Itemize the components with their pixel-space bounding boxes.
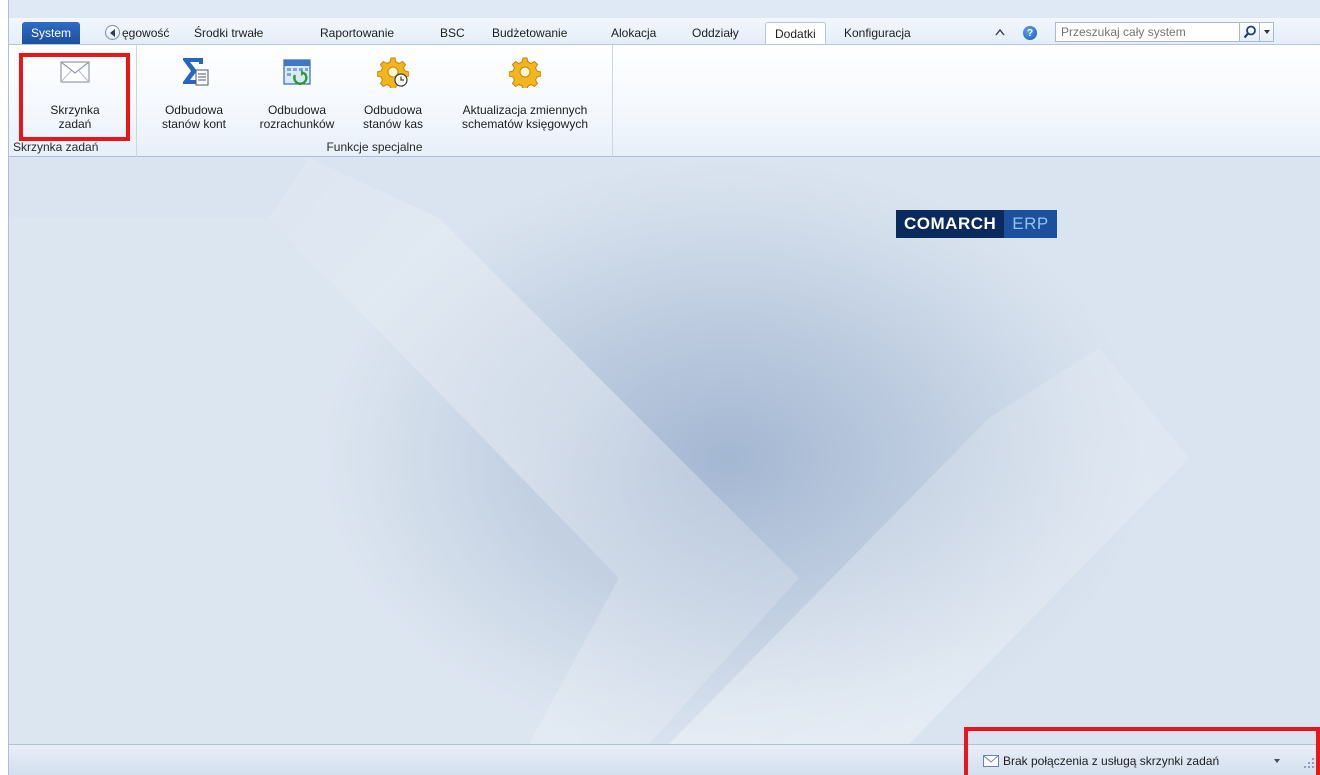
workspace-background: COMARCH ERP [9,158,1320,744]
magnifier-icon [1243,25,1256,39]
odbudowa-rozrachunkow-button[interactable]: Odbudowa rozrachunków [249,45,345,131]
group-label-funkcje-specjalne: Funkcje specjalne [326,140,423,154]
highlight-box-status [964,727,1320,775]
search-options-dropdown[interactable] [1260,22,1274,42]
tab-konfiguracja[interactable]: Konfiguracja [844,22,911,44]
tab-raportowanie[interactable]: Raportowanie [320,22,394,44]
circle-left-arrow-icon[interactable] [105,25,120,40]
group-label-skrzynka-zadan: Skrzynka zadań [13,140,99,154]
odbudowa-stanow-kont-label-1: Odbudowa [164,103,224,117]
help-icon[interactable]: ? [1023,26,1037,40]
comarch-erp-logo: COMARCH ERP [896,210,1057,238]
odbudowa-stanow-kont-label-2: stanów kont [161,117,227,131]
tab-oddzialy[interactable]: Oddziały [692,22,739,44]
odbudowa-stanow-kont-button[interactable]: Odbudowa stanów kont [151,45,237,131]
logo-erp: ERP [1004,210,1057,238]
tab-bsc[interactable]: BSC [440,22,465,44]
odbudowa-rozrachunkow-label-1: Odbudowa [267,103,327,117]
tab-dodatki[interactable]: Dodatki [765,22,826,44]
aktualizacja-zmiennych-label-2: schematów księgowych [461,117,589,131]
tab-budzetowanie[interactable]: Budżetowanie [492,22,567,44]
sigma-document-icon [183,58,209,86]
odbudowa-stanow-kas-button[interactable]: Odbudowa stanów kas [349,45,437,131]
calendar-refresh-icon [283,59,311,85]
aktualizacja-zmiennych-button[interactable]: Aktualizacja zmiennych schematów księgow… [441,45,609,131]
aktualizacja-zmiennych-label-1: Aktualizacja zmiennych [462,103,588,117]
caret-up-icon[interactable] [994,27,1006,37]
chevron-down-icon [1263,30,1270,34]
highlight-box-mailbox-button [19,53,130,141]
application-window: System ęgowość Środki trwałe Raportowani… [8,0,1320,775]
search-button[interactable] [1240,22,1260,42]
tab-alokacja[interactable]: Alokacja [611,22,656,44]
gear-icon [509,57,541,88]
tab-ksiegowosc[interactable]: ęgowość [122,22,169,44]
group-funkcje-specjalne: Odbudowa stanów kont Odbudowa rozrachunk… [137,45,613,157]
odbudowa-rozrachunkow-label-2: rozrachunków [259,117,335,131]
ribbon-panel: Skrzynka zadań Skrzynka zadań Odbudowa s… [9,44,1320,157]
chevron-watermark-icon [9,158,1189,744]
ribbon-tab-bar: System ęgowość Środki trwałe Raportowani… [9,18,1320,44]
odbudowa-stanow-kas-label-2: stanów kas [362,117,424,131]
gear-clock-icon [377,57,409,88]
logo-comarch: COMARCH [896,210,1005,238]
search-input[interactable] [1055,22,1240,42]
tab-srodki-trwale[interactable]: Środki trwałe [194,22,263,44]
tab-system[interactable]: System [22,22,80,44]
odbudowa-stanow-kas-label-1: Odbudowa [363,103,423,117]
